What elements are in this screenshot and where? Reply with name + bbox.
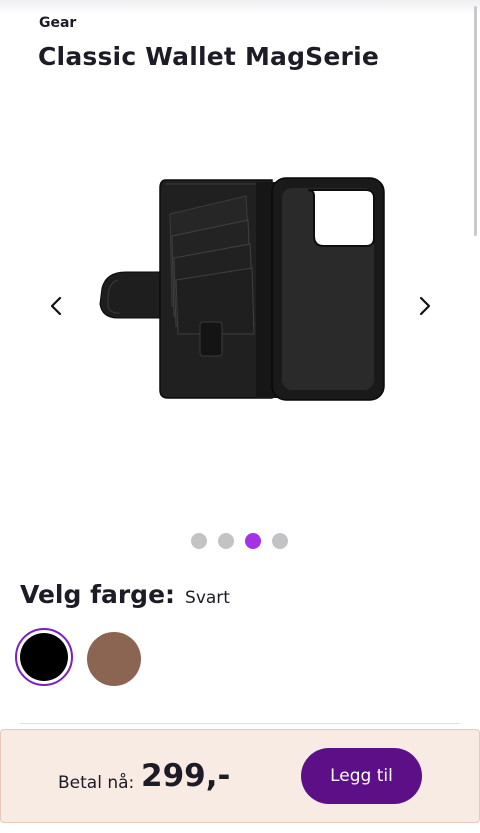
wallet-clasp — [99, 271, 169, 319]
carousel-next-button[interactable] — [410, 292, 438, 320]
carousel-pagination — [0, 533, 480, 551]
carousel-dot-1[interactable] — [190, 533, 207, 549]
selected-color-value: Svart — [185, 588, 230, 608]
product-image — [99, 177, 385, 401]
color-selector-header: Velg farge: Svart — [20, 580, 230, 609]
chevron-left-icon — [50, 296, 62, 316]
carousel-dot-3[interactable] — [244, 533, 261, 549]
chevron-right-icon — [419, 296, 431, 316]
color-swatch-black-fill — [20, 633, 68, 681]
checkout-bar: Betal nå: 299,- Legg til — [0, 729, 480, 823]
color-swatch-black[interactable] — [15, 628, 73, 686]
color-swatch-brown[interactable] — [87, 632, 141, 686]
magnet-tab — [199, 321, 223, 357]
carousel-dot-4[interactable] — [271, 533, 288, 549]
product-brand: Gear — [39, 15, 77, 31]
carousel-prev-button[interactable] — [43, 292, 71, 320]
camera-cutout — [307, 189, 375, 247]
color-label: Velg farge: — [20, 580, 176, 609]
product-title: Classic Wallet MagSerie — [38, 42, 380, 71]
product-image-carousel[interactable] — [0, 150, 480, 470]
pay-now-label: Betal nå: — [58, 773, 135, 793]
price: 299,- — [141, 758, 231, 794]
carousel-dot-2[interactable] — [217, 533, 234, 549]
section-divider — [20, 723, 460, 724]
add-to-cart-button[interactable]: Legg til — [301, 748, 422, 804]
top-edge-shade — [0, 0, 480, 14]
